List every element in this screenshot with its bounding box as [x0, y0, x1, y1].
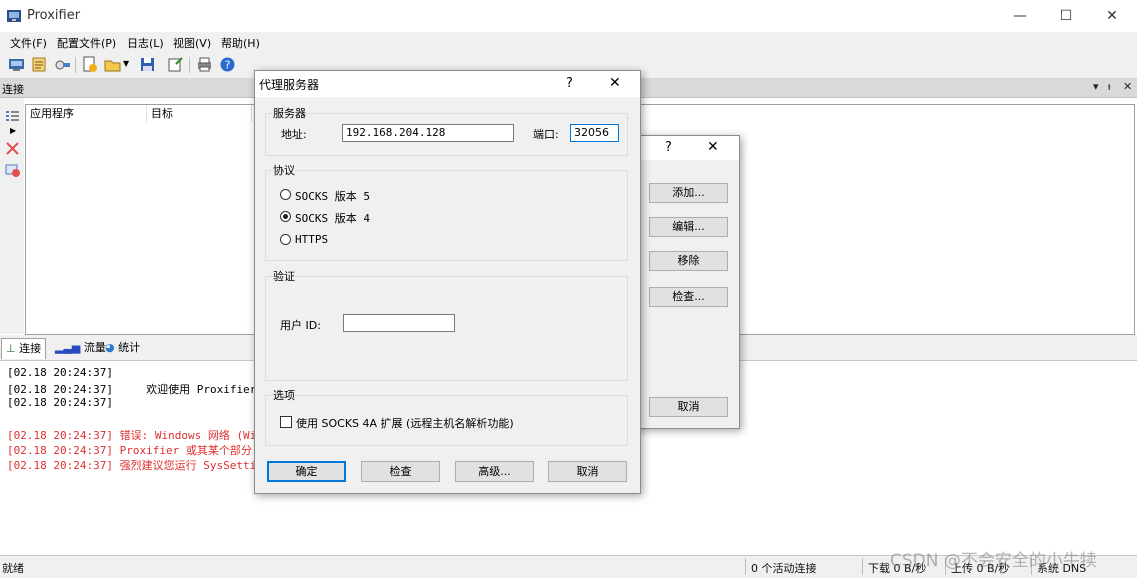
log-line-error: [02.18 20:24:37] 错误: Windows 网络 (Wi — [7, 429, 257, 442]
print-icon[interactable] — [196, 56, 213, 73]
panel-title: 连接 — [2, 83, 24, 96]
socks4-label[interactable]: SOCKS 版本 4 — [295, 210, 370, 226]
server-group-label: 服务器 — [273, 105, 306, 121]
proxy-list-cancel-button[interactable]: 取消 — [649, 397, 728, 417]
userid-input[interactable] — [343, 314, 455, 332]
close-button[interactable]: ✕ — [1089, 0, 1135, 32]
socks4a-label[interactable]: 使用 SOCKS 4A 扩展 (远程主机名解析功能) — [296, 415, 514, 431]
statistics-pie-icon: ◕ — [105, 341, 115, 354]
tab-label: 连接 — [19, 342, 42, 355]
panel-pin-icon[interactable]: ᵼ — [1108, 80, 1110, 93]
save-profile-icon[interactable] — [139, 56, 156, 73]
address-label: 地址: — [281, 128, 307, 141]
port-label: 端口: — [533, 128, 559, 141]
menu-help[interactable]: 帮助(H) — [221, 35, 260, 51]
proxy-list-close-button[interactable]: ✕ — [707, 139, 719, 155]
block-connection-icon[interactable] — [5, 164, 21, 178]
log-line: [02.18 20:24:37] 欢迎使用 Proxifier — [7, 383, 257, 396]
proxy-dialog-title: 代理服务器 — [259, 78, 320, 92]
status-ready: 就绪 — [2, 562, 24, 575]
radio-socks5[interactable] — [280, 189, 291, 200]
watermark-text: CSDN @不会安全的小牛犊 — [890, 551, 1097, 571]
proxifier-app-icon — [7, 10, 21, 22]
proxy-dialog-close-button[interactable]: ✕ — [609, 75, 621, 91]
maximize-button[interactable]: ☐ — [1043, 0, 1089, 32]
name-resolution-icon[interactable] — [54, 56, 71, 73]
traffic-chart-icon: ▂▃▅ — [55, 341, 81, 354]
toolbar-separator — [75, 57, 76, 73]
port-input[interactable]: 32056 — [570, 124, 619, 142]
menu-profile[interactable]: 配置文件(P) — [57, 35, 116, 51]
radio-https[interactable] — [280, 234, 291, 245]
add-proxy-button[interactable]: 添加... — [649, 183, 728, 203]
log-line: [02.18 20:24:37] — [7, 366, 113, 379]
menu-file[interactable]: 文件(F) — [10, 35, 47, 51]
new-profile-icon[interactable] — [81, 56, 98, 73]
open-dropdown-arrow-icon[interactable]: ▼ — [123, 59, 129, 68]
socks5-label[interactable]: SOCKS 版本 5 — [295, 188, 370, 204]
proxy-servers-icon[interactable] — [8, 56, 25, 73]
status-active-connections: 0 个活动连接 — [751, 562, 817, 575]
cancel-button[interactable]: 取消 — [548, 461, 627, 482]
remove-proxy-button[interactable]: 移除 — [649, 251, 728, 271]
help-icon[interactable]: ? — [219, 56, 236, 73]
svg-text:?: ? — [225, 59, 231, 72]
status-separator — [862, 558, 863, 575]
socks4a-checkbox[interactable] — [280, 416, 292, 428]
check-proxy-button[interactable]: 检查... — [649, 287, 728, 307]
advanced-button[interactable]: 高级... — [455, 461, 534, 482]
ok-button[interactable]: 确定 — [267, 461, 346, 482]
proxification-rules-icon[interactable] — [31, 56, 48, 73]
authentication-group-label: 验证 — [273, 268, 295, 284]
connection-side-toolbar: ▶ — [0, 98, 24, 334]
userid-label: 用户 ID: — [280, 319, 321, 332]
expand-arrow-icon[interactable]: ▶ — [10, 126, 16, 135]
https-label[interactable]: HTTPS — [295, 233, 328, 246]
status-separator — [745, 558, 746, 575]
panel-menu-icon[interactable]: ▾ — [1093, 80, 1099, 93]
title-bar: Proxifier — ☐ ✕ — [0, 0, 1137, 32]
tab-statistics[interactable]: ◕ 统计 — [101, 338, 144, 358]
options-group-label: 选项 — [273, 387, 295, 403]
tab-connections[interactable]: ⊥ 连接 — [1, 338, 47, 359]
protocol-group-label: 协议 — [273, 162, 295, 178]
export-icon[interactable] — [167, 56, 184, 73]
proxy-dialog-help-button[interactable]: ? — [566, 76, 573, 91]
edit-proxy-button[interactable]: 编辑... — [649, 217, 728, 237]
address-input[interactable]: 192.168.204.128 — [342, 124, 514, 142]
tab-label: 统计 — [118, 341, 141, 354]
connections-tab-icon: ⊥ — [6, 342, 16, 355]
panel-close-icon[interactable]: ✕ — [1123, 80, 1132, 93]
radio-socks4[interactable] — [280, 211, 291, 222]
list-view-icon[interactable] — [6, 110, 19, 122]
column-header-application[interactable]: 应用程序 — [26, 105, 147, 122]
menu-log[interactable]: 日志(L) — [127, 35, 164, 51]
menu-bar: 文件(F) 配置文件(P) 日志(L) 视图(V) 帮助(H) — [0, 32, 1137, 52]
menu-view[interactable]: 视图(V) — [173, 35, 211, 51]
toolbar-separator — [189, 57, 190, 73]
proxy-server-dialog: 代理服务器 ? ✕ 服务器 地址: 192.168.204.128 端口: 32… — [254, 70, 641, 494]
window-title: Proxifier — [27, 8, 81, 23]
log-line: [02.18 20:24:37] — [7, 396, 113, 409]
log-line-error: [02.18 20:24:37] Proxifier 或其某个部分 — [7, 444, 252, 457]
open-profile-icon[interactable] — [104, 56, 121, 73]
close-connection-icon[interactable] — [6, 142, 19, 155]
proxy-list-help-button[interactable]: ? — [665, 140, 672, 155]
check-button[interactable]: 检查 — [361, 461, 440, 482]
minimize-button[interactable]: — — [997, 0, 1043, 32]
column-header-target[interactable]: 目标 — [147, 105, 252, 122]
log-line-error: [02.18 20:24:37] 强烈建议您运行 SysSetti — [7, 459, 257, 472]
